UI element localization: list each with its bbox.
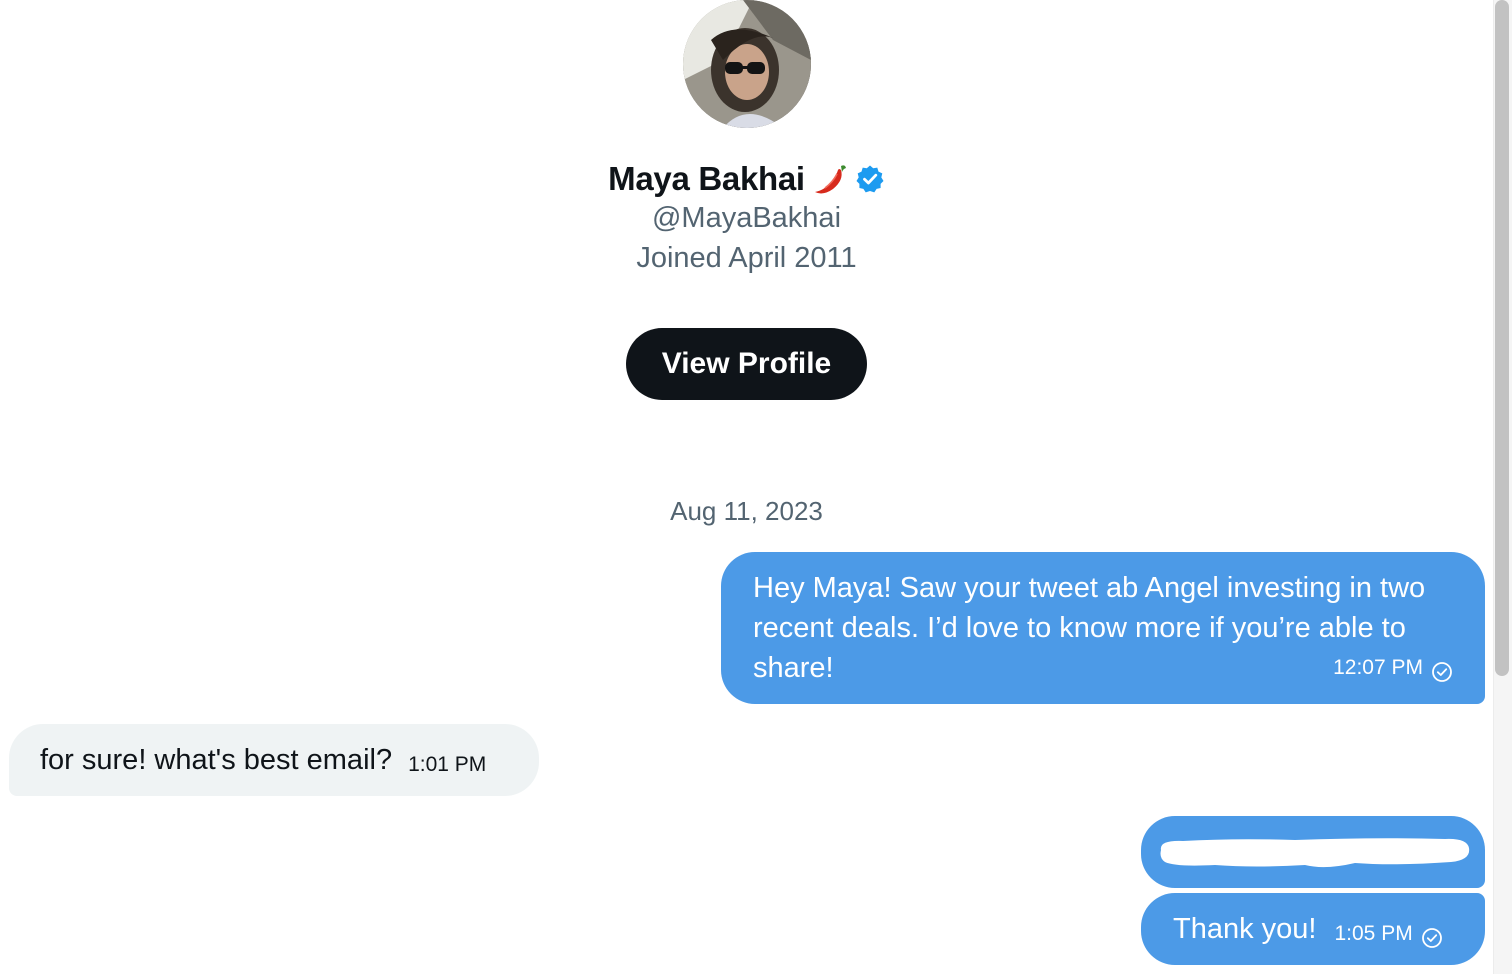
message-bubble-outgoing-redacted[interactable] xyxy=(1141,816,1485,888)
message-bubble-incoming[interactable]: for sure! what's best email? 1:01 PM xyxy=(9,724,539,796)
message-text: for sure! what's best email? xyxy=(40,744,393,776)
message-text: Thank you! xyxy=(1173,913,1317,945)
message-time: 1:05 PM xyxy=(1334,922,1413,945)
scrollbar-thumb[interactable] xyxy=(1495,0,1509,676)
message-meta: 1:05 PM xyxy=(1334,914,1442,954)
chili-pepper-icon xyxy=(811,160,849,198)
view-profile-button[interactable]: View Profile xyxy=(626,328,867,400)
redaction-mark xyxy=(1160,838,1470,868)
profile-name[interactable]: Maya Bakhai xyxy=(608,160,805,198)
message-bubble-outgoing[interactable]: Thank you! 1:05 PM xyxy=(1141,893,1485,965)
sent-check-icon xyxy=(1431,657,1453,682)
message-time: 12:07 PM xyxy=(1333,656,1423,679)
message-meta: 12:07 PM xyxy=(1333,648,1453,688)
message-text: Hey Maya! Saw your tweet ab Angel invest… xyxy=(753,572,1426,684)
profile-handle: @MayaBakhai xyxy=(651,202,842,234)
avatar-photo xyxy=(683,0,811,128)
date-separator: Aug 11, 2023 xyxy=(670,496,823,526)
profile-name-row: Maya Bakhai xyxy=(0,160,1493,198)
sent-check-icon xyxy=(1421,923,1443,948)
message-time: 1:01 PM xyxy=(408,753,487,776)
message-bubble-outgoing[interactable]: Hey Maya! Saw your tweet ab Angel invest… xyxy=(721,552,1485,704)
dm-conversation-page: Maya Bakhai @MayaBakhai Joined April 201… xyxy=(0,0,1512,974)
avatar[interactable] xyxy=(683,0,811,128)
verified-badge-icon[interactable] xyxy=(855,164,885,194)
profile-joined-date: Joined April 2011 xyxy=(636,242,857,274)
